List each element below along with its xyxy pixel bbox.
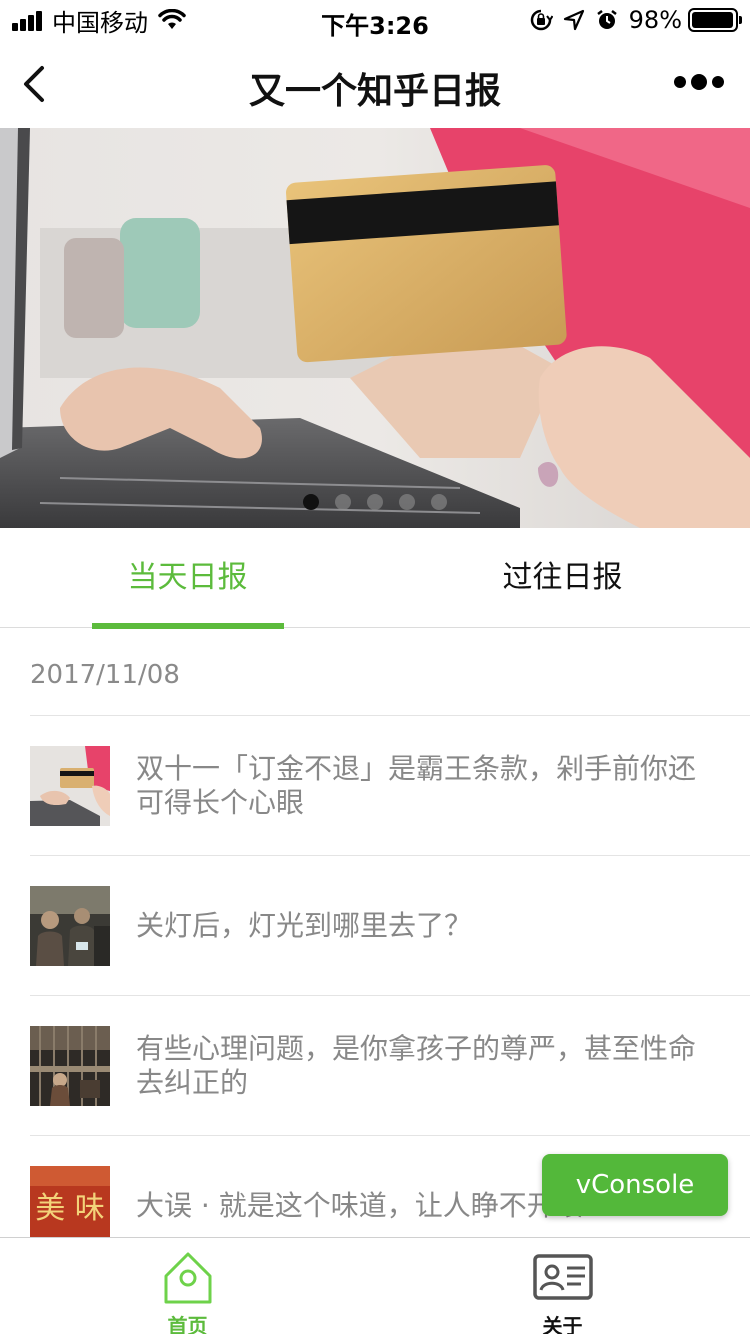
banner-carousel[interactable] (0, 128, 750, 528)
carousel-dot[interactable] (431, 494, 447, 510)
home-icon (164, 1252, 211, 1304)
article-thumbnail: 美 味 (30, 1166, 110, 1246)
article-title: 关灯后，灯光到哪里去了？ (136, 908, 473, 942)
battery-percent: 98% (628, 6, 682, 34)
list-item[interactable]: 双十一「订金不退」是霸王条款，剁手前你还可得长个心眼 (30, 716, 750, 856)
tab-today-daily[interactable]: 当天日报 (0, 528, 375, 629)
date-header: 2017/11/08 (30, 629, 750, 716)
orientation-lock-icon (529, 8, 553, 32)
article-thumbnail (30, 1026, 110, 1106)
navigation-bar: 又一个知乎日报 (0, 40, 750, 128)
tab-label: 过往日报 (502, 560, 623, 595)
location-arrow-icon (563, 9, 585, 31)
bottom-tab-bar: 首页 关于 (0, 1237, 750, 1334)
tabbar-item-home[interactable]: 首页 (0, 1238, 375, 1334)
page-title: 又一个知乎日报 (248, 71, 501, 112)
status-right: 98% (519, 6, 742, 34)
tabbar-label: 首页 (167, 1314, 208, 1334)
carousel-dot[interactable] (367, 494, 383, 510)
tab-past-daily[interactable]: 过往日报 (375, 528, 750, 628)
status-bar: 中国移动 下午3:26 98% (0, 0, 750, 40)
article-thumbnail (30, 886, 110, 966)
more-menu-button[interactable] (669, 74, 724, 90)
tabbar-label: 关于 (542, 1314, 583, 1334)
tabbar-item-about[interactable]: 关于 (375, 1238, 750, 1334)
carousel-indicator[interactable] (0, 494, 750, 510)
carousel-dot[interactable] (399, 494, 415, 510)
carousel-dot[interactable] (303, 494, 319, 510)
battery-icon (688, 8, 742, 32)
list-item[interactable]: 关灯后，灯光到哪里去了？ (30, 856, 750, 996)
profile-card-icon (532, 1254, 593, 1300)
thumbnail-sign-text: 美 味 (35, 1191, 105, 1226)
vconsole-button[interactable]: vConsole (542, 1154, 728, 1216)
article-thumbnail (30, 746, 110, 826)
list-item[interactable]: 有些心理问题，是你拿孩子的尊严，甚至性命去纠正的 (30, 996, 750, 1136)
banner-image (0, 128, 750, 528)
daily-tabs: 当天日报 过往日报 (0, 528, 750, 629)
article-title: 有些心理问题，是你拿孩子的尊严，甚至性命去纠正的 (136, 1031, 697, 1099)
tab-label: 当天日报 (127, 560, 248, 595)
carousel-dot[interactable] (335, 494, 351, 510)
article-title: 双十一「订金不退」是霸王条款，剁手前你还可得长个心眼 (136, 751, 697, 819)
alarm-clock-icon (595, 8, 619, 32)
